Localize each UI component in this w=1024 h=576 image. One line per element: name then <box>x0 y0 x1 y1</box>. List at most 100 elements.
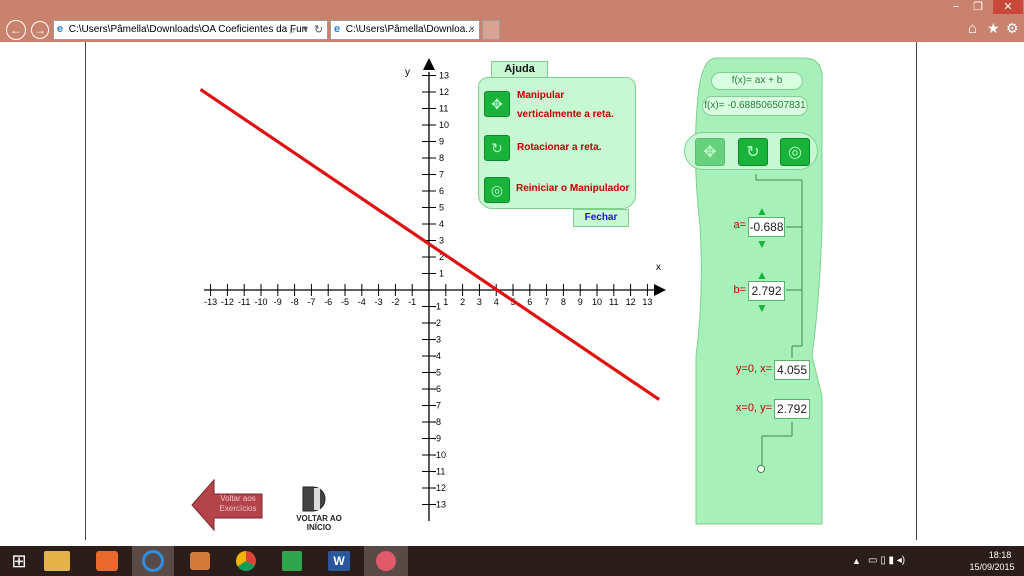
rotate-icon[interactable]: ↻ <box>484 135 510 161</box>
x-tick-label: -5 <box>341 297 349 307</box>
x-tick-label: -6 <box>324 297 332 307</box>
help-tab[interactable]: Ajuda <box>491 61 548 77</box>
y-tick-label: -8 <box>433 417 441 427</box>
back-to-start-button[interactable]: VOLTAR AO INÍCIO <box>288 514 350 532</box>
x-tick-label: 13 <box>642 297 652 307</box>
taskbar: ⊞ W ▲ ▭ ▯ ▮ ◂) 18:18 15/09/2015 <box>0 546 1024 576</box>
a-label: a= <box>733 219 746 231</box>
x-tick-label: -13 <box>204 297 217 307</box>
back-label-line1: Voltar aos <box>220 494 256 503</box>
x-tick-label: -3 <box>375 297 383 307</box>
help-item-move: Manipular verticalmente a reta. <box>517 86 614 124</box>
y-tick-label: 8 <box>439 153 444 163</box>
y-tick-label: -13 <box>433 500 446 510</box>
a-value-field[interactable]: -0.688 <box>748 217 785 237</box>
root-label: y=0, x= <box>735 363 772 375</box>
formula-generic: f(x)= ax + b <box>711 72 803 90</box>
b-value-field[interactable]: 2.792 <box>748 281 785 301</box>
app-icon-2[interactable] <box>190 552 210 570</box>
back-label-line2: Exercícios <box>219 504 257 513</box>
b-decrement-arrow[interactable]: ▼ <box>756 301 768 315</box>
x-tick-label: 10 <box>592 297 602 307</box>
help-item-rotate: Rotacionar a reta. <box>517 142 602 153</box>
x-tick-label: 7 <box>544 297 549 307</box>
help-item-reset: Reiniciar o Manipulador <box>516 183 630 194</box>
y-tick-label: 12 <box>439 87 449 97</box>
y-tick-label: 10 <box>439 120 449 130</box>
chrome-icon[interactable] <box>236 551 256 571</box>
a-decrement-arrow[interactable]: ▼ <box>756 237 768 251</box>
x-tick-label: -11 <box>238 297 250 307</box>
y-tick-label: 9 <box>439 137 444 147</box>
y-tick-label: -7 <box>433 401 441 411</box>
move-icon[interactable]: ✥ <box>484 91 510 117</box>
y-tick-label: 4 <box>439 219 444 229</box>
y-tick-label: -6 <box>433 384 441 394</box>
file-explorer-icon[interactable] <box>44 551 70 571</box>
y-axis-arrow <box>423 58 435 70</box>
y-tick-label: 11 <box>439 104 448 114</box>
x-tick-label: -2 <box>391 297 399 307</box>
y-intercept-value-field: 2.792 <box>774 399 810 419</box>
tray-expand-icon[interactable]: ▲ <box>852 556 861 566</box>
y-tick-label: -2 <box>433 318 441 328</box>
y-tick-label: -1 <box>433 302 441 312</box>
back-to-exercises-button[interactable]: Voltar aos Exercícios <box>214 494 262 514</box>
y-tick-label: -12 <box>433 483 446 493</box>
y-axis-label: y <box>405 67 410 78</box>
root-value-field: 4.055 <box>774 360 810 380</box>
tray-icons[interactable]: ▭ ▯ ▮ ◂) <box>868 555 905 566</box>
word-icon[interactable]: W <box>328 551 350 571</box>
b-increment-arrow[interactable]: ▲ <box>756 268 768 282</box>
x-tick-label: 1 <box>443 297 448 307</box>
move-tool-button[interactable]: ✥ <box>695 138 725 166</box>
panel-handle[interactable] <box>757 465 765 473</box>
reset-tool-button[interactable]: ◎ <box>780 138 810 166</box>
x-tick-label: 9 <box>578 297 583 307</box>
y-tick-label: -9 <box>433 434 441 444</box>
y-tick-label: -5 <box>433 368 441 378</box>
y-tick-label: 3 <box>439 236 444 246</box>
x-axis-arrow <box>654 284 666 296</box>
y-tick-label: -11 <box>433 467 445 477</box>
help-close-button[interactable]: Fechar <box>573 209 629 227</box>
rotate-tool-button[interactable]: ↻ <box>738 138 768 166</box>
active-app-button[interactable] <box>364 546 408 576</box>
store-icon[interactable] <box>282 551 302 571</box>
y-tick-label: 1 <box>439 269 444 279</box>
internet-explorer-icon <box>142 550 164 572</box>
x-tick-label: 6 <box>527 297 532 307</box>
home-start-icon[interactable] <box>299 484 335 514</box>
x-tick-label: -7 <box>307 297 315 307</box>
help-item-move-line1: Manipular <box>517 90 565 101</box>
home-label-line1: VOLTAR AO <box>296 514 342 523</box>
x-tick-label: -10 <box>254 297 267 307</box>
home-label-line2: INÍCIO <box>306 523 332 532</box>
x-tick-label: -4 <box>358 297 366 307</box>
y-tick-label: -10 <box>433 450 446 460</box>
x-tick-label: 8 <box>561 297 566 307</box>
ie-taskbar-button[interactable] <box>132 546 174 576</box>
start-button[interactable]: ⊞ <box>0 546 38 576</box>
a-increment-arrow[interactable]: ▲ <box>756 204 768 218</box>
x-tick-label: -12 <box>221 297 234 307</box>
y-tick-label: 6 <box>439 186 444 196</box>
y-tick-label: -4 <box>433 351 441 361</box>
x-axis-label: x <box>656 262 661 273</box>
x-tick-label: 4 <box>494 297 499 307</box>
app-icon-1[interactable] <box>96 551 118 571</box>
x-tick-label: 3 <box>477 297 482 307</box>
b-label: b= <box>733 284 746 296</box>
y-tick-label: 7 <box>439 170 444 180</box>
clock-date[interactable]: 15/09/2015 <box>964 562 1020 572</box>
x-tick-label: 12 <box>626 297 636 307</box>
x-tick-label: 2 <box>460 297 465 307</box>
y-intercept-label: x=0, y= <box>735 402 772 414</box>
x-tick-label: 11 <box>609 297 618 307</box>
clock-time[interactable]: 18:18 <box>978 550 1022 560</box>
x-tick-label: -9 <box>274 297 282 307</box>
x-tick-label: -1 <box>408 297 416 307</box>
reset-icon[interactable]: ◎ <box>484 177 510 203</box>
help-item-move-line2: verticalmente a reta. <box>517 109 614 120</box>
x-tick-label: -8 <box>291 297 299 307</box>
